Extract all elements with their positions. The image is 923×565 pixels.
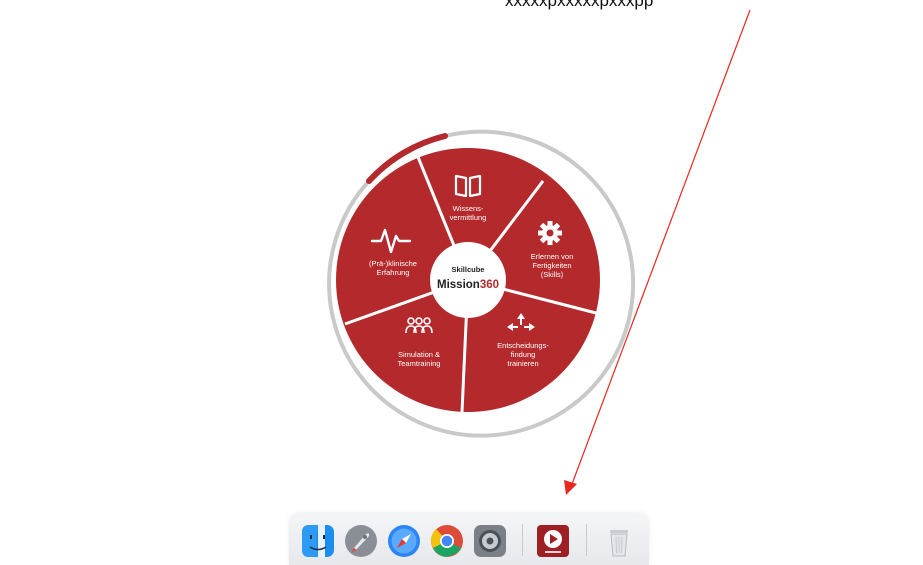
segment-label: Wissens- <box>453 204 484 213</box>
segment-label: Erfahrung <box>377 268 410 277</box>
wheel-center-subtitle: Skillcube <box>452 265 485 274</box>
dock-item-skillcube-app[interactable] <box>536 524 570 558</box>
dock-item-trash[interactable] <box>602 524 636 558</box>
wheel-center-title: Mission360 <box>437 279 499 291</box>
dock-item-launchpad[interactable] <box>344 524 378 558</box>
finder-icon <box>302 525 334 557</box>
segment-label: (Skills) <box>541 270 564 279</box>
segment-label: vermittlung <box>450 213 487 222</box>
dock <box>289 514 649 565</box>
segment-label: findung <box>511 350 536 359</box>
dock-item-system-preferences[interactable] <box>473 524 507 558</box>
segment-label: trainieren <box>507 359 538 368</box>
chrome-icon <box>431 525 463 557</box>
settings-gear-icon <box>474 525 506 557</box>
segment-label: Erlernen von <box>531 252 574 261</box>
compass-icon <box>388 525 420 557</box>
dock-item-chrome[interactable] <box>430 524 464 558</box>
segment-label: Teamtraining <box>398 359 441 368</box>
gear-icon <box>538 221 562 245</box>
rocket-icon <box>345 525 377 557</box>
dock-item-safari[interactable] <box>387 524 421 558</box>
segment-label: Entscheidungs- <box>497 341 549 350</box>
segment-label: Fertigkeiten <box>532 261 571 270</box>
dock-separator <box>586 524 587 556</box>
play-icon <box>537 525 569 557</box>
dock-separator <box>522 524 523 556</box>
dock-item-finder[interactable] <box>301 524 335 558</box>
trash-icon <box>610 530 628 557</box>
segment-label: Simulation & <box>398 350 440 359</box>
segment-label: (Prä-)klinische <box>369 259 417 268</box>
skillcube-wheel: Skillcube Mission360 Wissens- vermittlun… <box>336 148 600 413</box>
desktop-canvas: Skillcube Mission360 Wissens- vermittlun… <box>327 9 751 495</box>
